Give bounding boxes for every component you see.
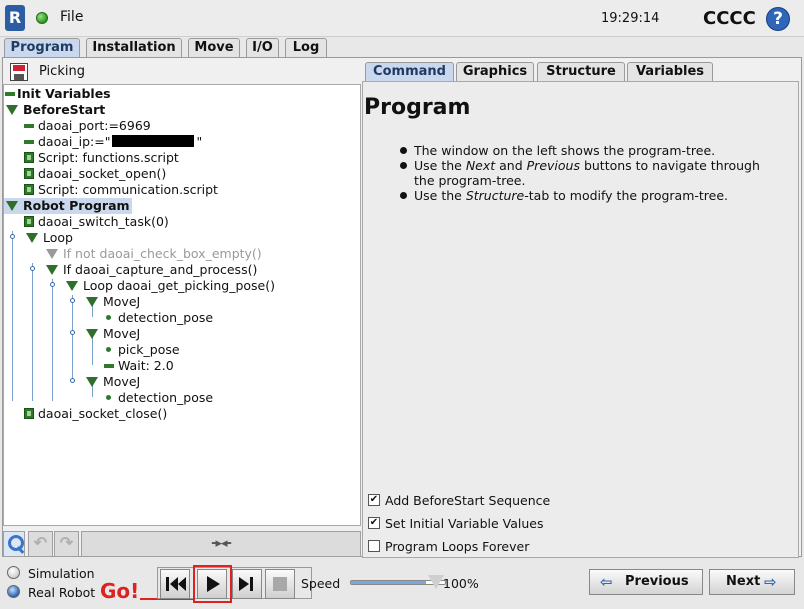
simulation-radio[interactable] bbox=[7, 566, 20, 579]
simulation-label: Simulation bbox=[28, 566, 95, 581]
tree-item-beforestart[interactable]: BeforeStart bbox=[4, 102, 105, 118]
step-forward-icon[interactable] bbox=[232, 569, 262, 599]
tree-item-script[interactable]: daoai_socket_close() bbox=[24, 406, 167, 422]
real-robot-radio[interactable] bbox=[7, 585, 20, 598]
tab-variables[interactable]: Variables bbox=[627, 62, 713, 81]
search-icon[interactable] bbox=[3, 531, 25, 557]
speed-fill bbox=[351, 581, 426, 584]
robot-status-icon[interactable] bbox=[36, 12, 48, 24]
tree-item-script[interactable]: Script: functions.script bbox=[24, 150, 179, 166]
next-button[interactable]: Next ⇨ bbox=[709, 569, 795, 595]
tab-io[interactable]: I/O bbox=[246, 38, 279, 58]
tree-item-script[interactable]: daoai_switch_task(0) bbox=[24, 214, 169, 230]
tree-connector bbox=[32, 263, 33, 401]
arrow-right-icon: ⇨ bbox=[764, 573, 777, 591]
tree-item-waypoint[interactable]: detection_pose bbox=[104, 310, 213, 326]
help-bullet: Use the Next and Previous buttons to nav… bbox=[400, 158, 780, 188]
stop-icon[interactable] bbox=[265, 569, 295, 599]
program-name: Picking bbox=[39, 64, 85, 79]
file-menu[interactable]: File bbox=[60, 9, 83, 25]
tree-item-loop[interactable]: Loop bbox=[4, 230, 73, 246]
command-title: Program bbox=[364, 95, 471, 120]
tree-item-if-disabled[interactable]: If not daoai_check_box_empty() bbox=[24, 246, 262, 262]
tab-installation[interactable]: Installation bbox=[86, 38, 182, 58]
tree-item-wait[interactable]: Wait: 2.0 bbox=[104, 358, 174, 374]
skip-start-icon[interactable] bbox=[160, 569, 190, 599]
help-icon[interactable]: ? bbox=[766, 7, 790, 31]
program-tree[interactable]: Init Variables BeforeStart daoai_port:=6… bbox=[3, 84, 361, 526]
collapse-expand-button[interactable]: -▸◂- bbox=[81, 531, 361, 557]
real-robot-label: Real Robot bbox=[28, 585, 96, 600]
tree-item-script[interactable]: Script: communication.script bbox=[24, 182, 218, 198]
tree-item-robot-program[interactable]: Robot Program bbox=[4, 198, 132, 214]
tree-item-if[interactable]: If daoai_capture_and_process() bbox=[24, 262, 257, 278]
go-annotation: Go! bbox=[100, 579, 140, 603]
help-bullet: Use the Structure-tab to modify the prog… bbox=[400, 188, 780, 203]
tree-item-waypoint[interactable]: detection_pose bbox=[104, 390, 213, 406]
tab-graphics[interactable]: Graphics bbox=[456, 62, 534, 81]
tab-command[interactable]: Command bbox=[365, 62, 454, 81]
tree-item-movej[interactable]: MoveJ bbox=[64, 294, 140, 310]
tab-move[interactable]: Move bbox=[188, 38, 240, 58]
tree-item-movej[interactable]: MoveJ bbox=[64, 374, 140, 390]
tree-item-movej[interactable]: MoveJ bbox=[64, 326, 140, 342]
help-bullet: The window on the left shows the program… bbox=[400, 143, 780, 158]
tree-item-assignment[interactable]: daoai_ip:=" " bbox=[24, 134, 202, 150]
tree-toolbar: ↶ ↷ -▸◂- bbox=[3, 531, 361, 558]
ur-logo-icon: R bbox=[5, 5, 25, 31]
tree-item-script[interactable]: daoai_socket_open() bbox=[24, 166, 166, 182]
tree-item-loop[interactable]: Loop daoai_get_picking_pose() bbox=[44, 278, 275, 294]
tree-item-waypoint[interactable]: pick_pose bbox=[104, 342, 180, 358]
clock: 19:29:14 bbox=[601, 11, 660, 26]
speed-slider-handle[interactable] bbox=[428, 575, 444, 589]
robot-name: CCCC bbox=[703, 8, 756, 29]
save-program-icon[interactable] bbox=[10, 63, 28, 81]
tree-connector bbox=[12, 231, 13, 401]
previous-button[interactable]: ⇦ Previous bbox=[589, 569, 703, 595]
tab-program[interactable]: Program bbox=[4, 38, 80, 58]
undo-icon[interactable]: ↶ bbox=[28, 531, 53, 557]
title-bar bbox=[0, 0, 804, 37]
play-highlight-box bbox=[193, 565, 232, 603]
arrow-left-icon: ⇦ bbox=[600, 573, 613, 591]
tree-connector bbox=[52, 279, 53, 401]
speed-value: 100% bbox=[443, 576, 479, 591]
redacted-value bbox=[112, 135, 195, 147]
tree-item-init-variables[interactable]: Init Variables bbox=[4, 86, 111, 102]
speed-label: Speed bbox=[301, 576, 341, 591]
tree-item-assignment[interactable]: daoai_port:=6969 bbox=[24, 118, 151, 134]
tab-log[interactable]: Log bbox=[285, 38, 327, 58]
tab-structure[interactable]: Structure bbox=[537, 62, 625, 81]
redo-icon[interactable]: ↷ bbox=[54, 531, 79, 557]
